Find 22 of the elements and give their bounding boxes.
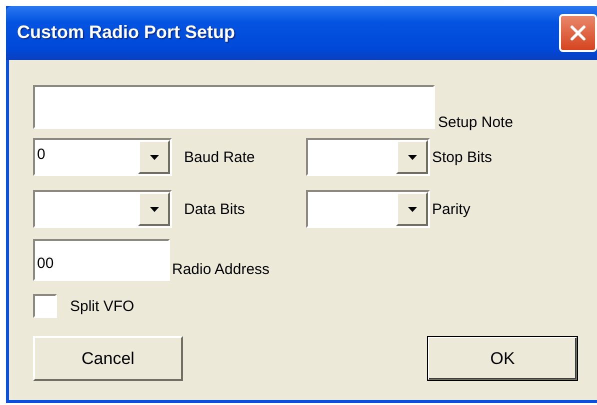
setup-note-field[interactable] bbox=[33, 85, 435, 129]
checkbox[interactable] bbox=[33, 294, 57, 318]
ok-button[interactable]: OK bbox=[427, 336, 578, 381]
data-bits-dropdown[interactable] bbox=[33, 190, 172, 228]
close-button[interactable] bbox=[559, 14, 597, 52]
field-label: Data Bits bbox=[184, 200, 246, 218]
field-label: Stop Bits bbox=[432, 148, 492, 166]
field-label: Radio Address bbox=[172, 261, 270, 278]
cancel-button[interactable]: Cancel bbox=[33, 336, 183, 381]
field-label: Setup Note bbox=[438, 114, 514, 131]
dropdown-arrow-icon bbox=[150, 206, 158, 212]
checkbox-label: Split VFO bbox=[70, 298, 134, 314]
parity-dropdown[interactable] bbox=[306, 190, 430, 228]
window-title: Custom Radio Port Setup bbox=[17, 22, 236, 42]
dropdown-arrow-icon bbox=[408, 206, 416, 212]
baud-rate-dropdown[interactable]: 0 bbox=[33, 138, 172, 176]
field-label: Baud Rate bbox=[184, 148, 256, 166]
dropdown-arrow-icon bbox=[150, 154, 158, 160]
radio-address-field[interactable]: 00 bbox=[33, 239, 170, 281]
stop-bits-dropdown[interactable] bbox=[306, 138, 430, 176]
field-label: Parity bbox=[432, 200, 470, 218]
dropdown-arrow-icon bbox=[408, 154, 416, 160]
